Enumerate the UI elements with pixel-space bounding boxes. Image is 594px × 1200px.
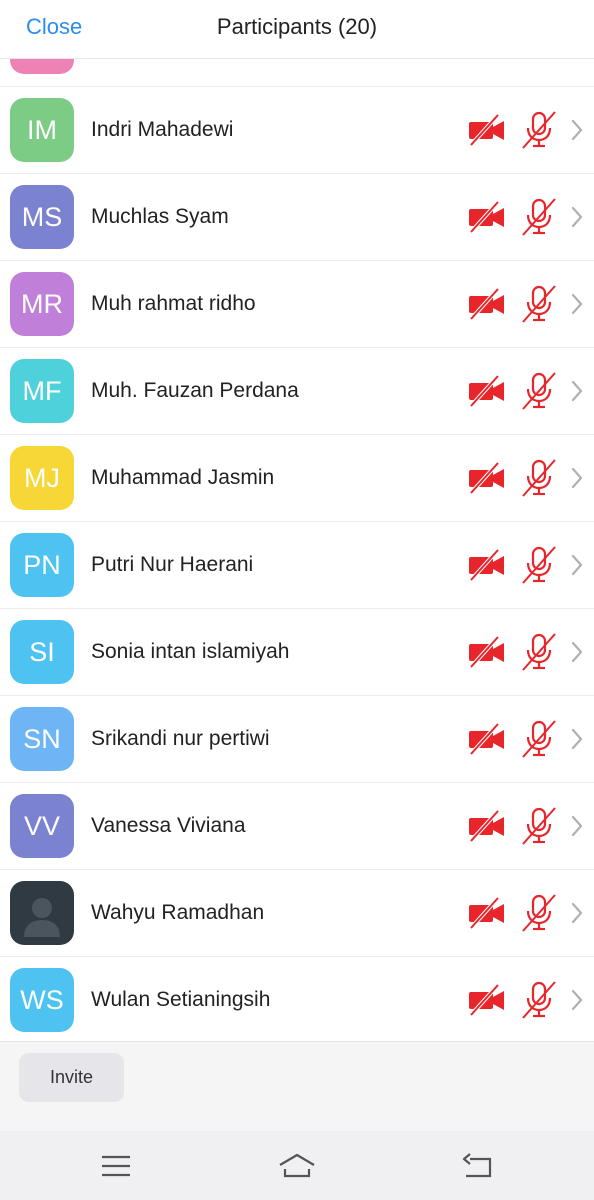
video-off-icon[interactable] [468, 722, 506, 756]
participant-row[interactable]: MS Muchlas Syam [0, 174, 594, 261]
video-off-icon[interactable] [468, 809, 506, 843]
participant-row[interactable]: MF Muh. Fauzan Perdana [0, 348, 594, 435]
chevron-right-icon[interactable] [570, 292, 584, 316]
participant-name: Muhammad Jasmin [91, 466, 275, 489]
mic-muted-icon[interactable] [521, 459, 557, 497]
mic-muted-icon[interactable] [521, 807, 557, 845]
chevron-right-icon[interactable] [570, 466, 584, 490]
participant-list[interactable]: IM Indri Mahadewi MS Muchlas Syam MR Muh rahm… [0, 58, 594, 1041]
participant-name: Wulan Setianingsih [91, 988, 271, 1011]
avatar: MJ [10, 446, 74, 510]
chevron-right-icon[interactable] [570, 205, 584, 229]
participant-row[interactable]: PN Putri Nur Haerani [0, 522, 594, 609]
avatar: MF [10, 359, 74, 423]
list-item-partial[interactable] [0, 58, 594, 87]
participant-name: Muh. Fauzan Perdana [91, 379, 299, 402]
avatar-photo [10, 881, 74, 945]
participant-row[interactable]: Wahyu Ramadhan [0, 870, 594, 957]
page-title: Participants (20) [216, 14, 378, 39]
chevron-right-icon[interactable] [570, 379, 584, 403]
avatar: SI [10, 620, 74, 684]
participant-name: Muchlas Syam [91, 205, 229, 228]
avatar: MR [10, 272, 74, 336]
avatar [10, 58, 74, 74]
chevron-right-icon[interactable] [570, 727, 584, 751]
participant-row[interactable]: IM Indri Mahadewi [0, 87, 594, 174]
chevron-right-icon[interactable] [570, 640, 584, 664]
chevron-right-icon[interactable] [570, 814, 584, 838]
participant-name: Indri Mahadewi [91, 118, 234, 141]
participant-name: Wahyu Ramadhan [91, 901, 265, 924]
mic-muted-icon[interactable] [521, 372, 557, 410]
participant-name: Vanessa Viviana [91, 814, 246, 837]
menu-icon[interactable] [96, 1151, 136, 1181]
video-off-icon[interactable] [468, 113, 506, 147]
avatar: WS [10, 968, 74, 1032]
avatar: SN [10, 707, 74, 771]
participant-name: Putri Nur Haerani [91, 553, 254, 576]
header: Close Participants (20) [0, 0, 594, 59]
avatar: PN [10, 533, 74, 597]
mic-muted-icon[interactable] [521, 633, 557, 671]
participant-row[interactable]: SN Srikandi nur pertiwi [0, 696, 594, 783]
participant-row[interactable]: MR Muh rahmat ridho [0, 261, 594, 348]
mic-muted-icon[interactable] [521, 720, 557, 758]
participant-name: Sonia intan islamiyah [91, 640, 290, 663]
mic-muted-icon[interactable] [521, 198, 557, 236]
footer: Invite [0, 1041, 594, 1132]
participant-name: Muh rahmat ridho [91, 292, 256, 315]
home-icon[interactable] [277, 1151, 317, 1181]
avatar: VV [10, 794, 74, 858]
participant-row[interactable]: WS Wulan Setianingsih [0, 957, 594, 1041]
avatar: MS [10, 185, 74, 249]
mic-muted-icon[interactable] [521, 981, 557, 1019]
video-off-icon[interactable] [468, 635, 506, 669]
participant-row[interactable]: VV Vanessa Viviana [0, 783, 594, 870]
video-off-icon[interactable] [468, 287, 506, 321]
video-off-icon[interactable] [468, 548, 506, 582]
invite-button[interactable]: Invite [19, 1053, 124, 1102]
mic-muted-icon[interactable] [521, 546, 557, 584]
video-off-icon[interactable] [468, 200, 506, 234]
chevron-right-icon[interactable] [570, 553, 584, 577]
video-off-icon[interactable] [468, 374, 506, 408]
video-off-icon[interactable] [468, 983, 506, 1017]
mic-muted-icon[interactable] [521, 285, 557, 323]
video-off-icon[interactable] [468, 461, 506, 495]
participant-row[interactable]: SI Sonia intan islamiyah [0, 609, 594, 696]
mic-muted-icon[interactable] [521, 111, 557, 149]
mic-muted-icon[interactable] [521, 894, 557, 932]
participant-name: Srikandi nur pertiwi [91, 727, 270, 750]
system-nav-bar [0, 1131, 594, 1200]
back-icon[interactable] [458, 1151, 498, 1181]
video-off-icon[interactable] [468, 896, 506, 930]
person-silhouette-icon [24, 898, 60, 937]
chevron-right-icon[interactable] [570, 988, 584, 1012]
chevron-right-icon[interactable] [570, 118, 584, 142]
avatar: IM [10, 98, 74, 162]
chevron-right-icon[interactable] [570, 901, 584, 925]
participant-row[interactable]: MJ Muhammad Jasmin [0, 435, 594, 522]
